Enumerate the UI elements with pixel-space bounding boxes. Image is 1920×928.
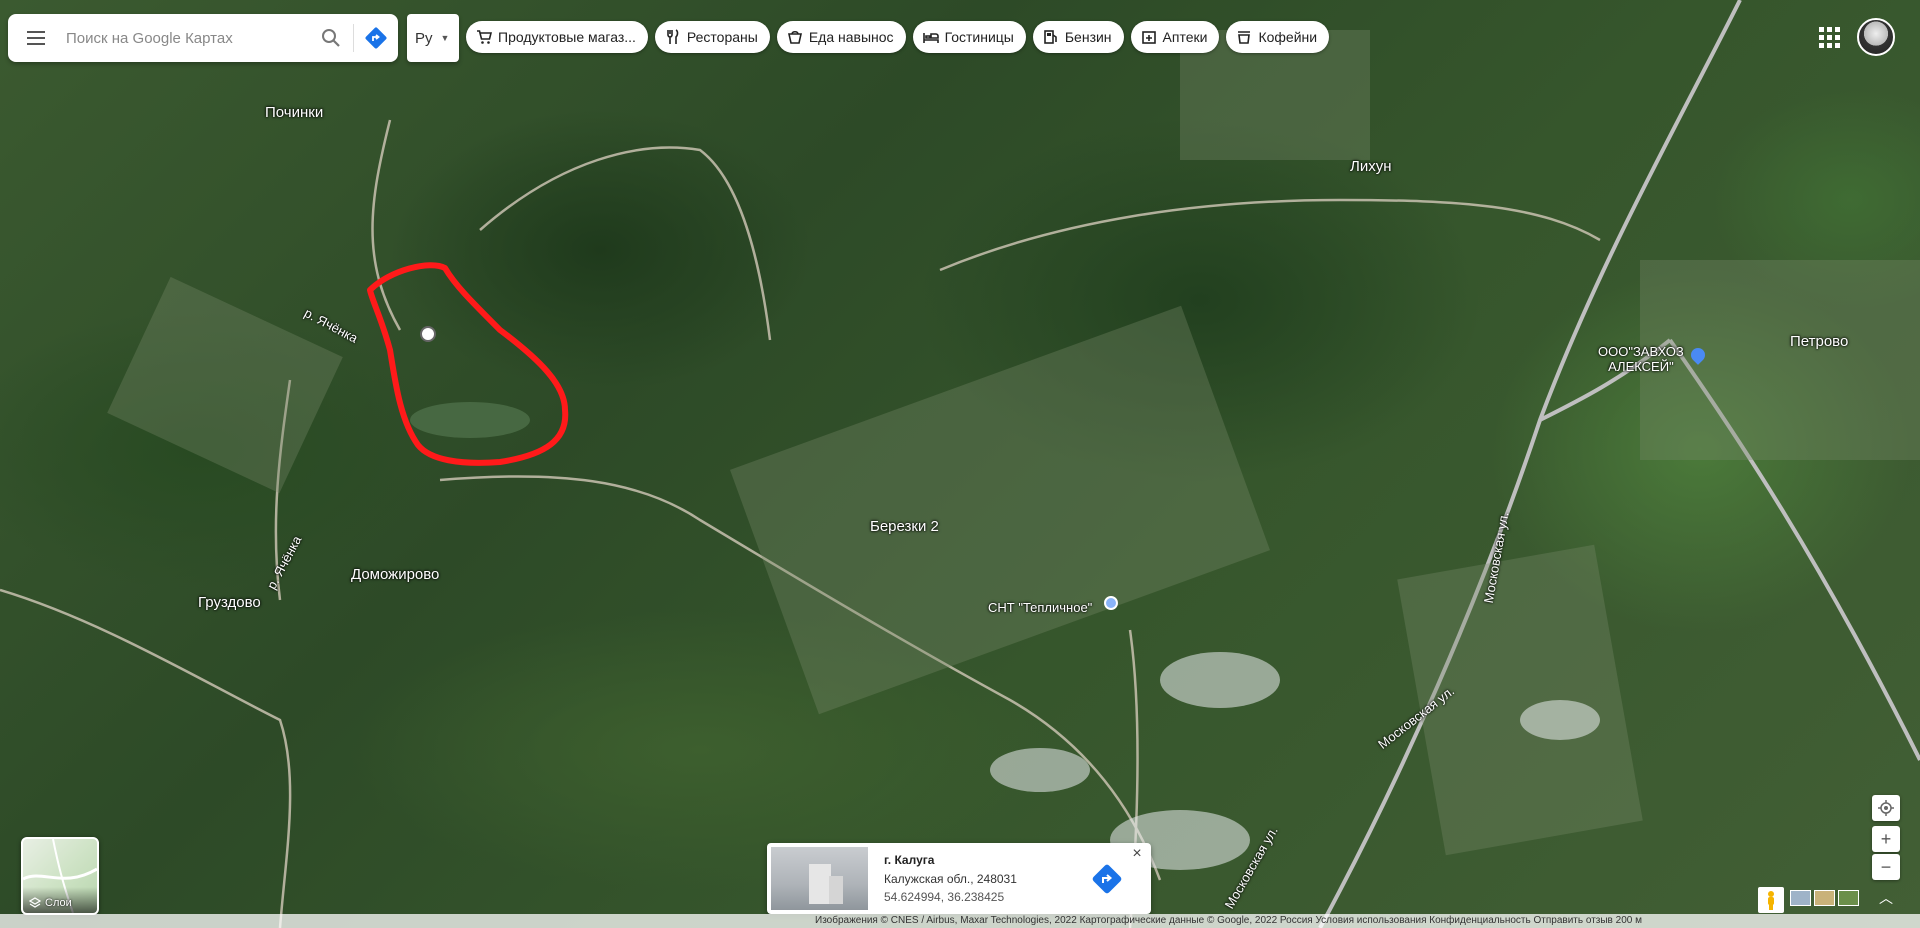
chip-restaurants[interactable]: Рестораны	[654, 21, 770, 53]
chip-label: Еда навынос	[808, 29, 894, 45]
road	[371, 119, 402, 331]
place-label-snt[interactable]: СНТ "Тепличное"	[988, 600, 1092, 615]
imagery-thumbnails	[1790, 890, 1859, 906]
pharmacy-icon	[1141, 29, 1157, 45]
plus-icon: +	[1880, 828, 1892, 849]
chip-label: Продуктовые магаз...	[498, 29, 636, 45]
target-icon	[1878, 800, 1894, 816]
search-input[interactable]	[64, 28, 309, 48]
chip-label: Рестораны	[686, 29, 758, 45]
chip-label: Аптеки	[1162, 29, 1208, 45]
zoom-out-button[interactable]: −	[1872, 854, 1900, 880]
chip-coffee[interactable]: Кофейни	[1226, 21, 1330, 53]
pond	[410, 402, 530, 438]
place-coordinates: 54.624994, 36.238425	[884, 890, 1005, 904]
layers-label: Слои	[29, 897, 72, 909]
search-box	[8, 14, 398, 62]
directions-button[interactable]	[354, 14, 398, 62]
fork-knife-icon	[665, 29, 681, 45]
apps-grid-icon[interactable]	[1816, 20, 1842, 54]
attribution-text: Изображения © CNES / Airbus, Maxar Techn…	[815, 915, 1642, 926]
road	[479, 146, 772, 341]
pegman-icon[interactable]	[1758, 887, 1784, 913]
avatar[interactable]	[1857, 18, 1895, 56]
coffee-icon	[1236, 29, 1252, 45]
chip-label: Гостиницы	[944, 29, 1014, 45]
attribution-footer: Изображения © CNES / Airbus, Maxar Techn…	[0, 914, 1920, 928]
language-label: Ру	[415, 29, 433, 47]
directions-button[interactable]	[1090, 862, 1124, 896]
layers-icon	[29, 897, 41, 908]
menu-button[interactable]	[8, 14, 64, 62]
cart-icon	[476, 29, 492, 45]
fuel-icon	[1043, 29, 1059, 45]
chip-hotels[interactable]: Гостиницы	[912, 21, 1026, 53]
school-pin-icon[interactable]	[1104, 596, 1118, 610]
close-icon[interactable]: ×	[1129, 846, 1145, 862]
chip-groceries[interactable]: Продуктовые магаз...	[466, 21, 648, 53]
expand-icon[interactable]: ︿	[1876, 888, 1896, 910]
search-button[interactable]	[309, 14, 353, 62]
bed-icon	[922, 29, 939, 45]
place-info-card[interactable]: г. Калуга Калужская обл., 248031 54.6249…	[767, 843, 1151, 914]
chip-pharmacies[interactable]: Аптеки	[1130, 21, 1220, 53]
place-title: г. Калуга	[884, 853, 935, 867]
satellite-map[interactable]: Починки Лихун Петрово ООО"ЗАВХОЗ АЛЕКСЕЙ…	[0, 0, 1920, 928]
language-select[interactable]: Ру ▼	[407, 14, 459, 62]
chip-label: Бензин	[1064, 29, 1112, 45]
place-label-petrovo[interactable]: Петрово	[1790, 333, 1848, 350]
place-label-domozhirovo[interactable]: Доможирово	[351, 566, 439, 583]
place-label-berezki[interactable]: Березки 2	[870, 518, 939, 535]
place-label-zavkhoz-line1: ООО"ЗАВХОЗ	[1598, 344, 1684, 359]
category-chips: Продуктовые магаз... Рестораны Еда навын…	[466, 21, 1330, 53]
road	[939, 198, 1601, 272]
place-label-zavkhoz-line2: АЛЕКСЕЙ"	[1608, 359, 1674, 374]
imagery-thumb[interactable]	[1790, 890, 1811, 906]
search-icon	[322, 29, 340, 47]
map-overlay	[0, 0, 1920, 928]
imagery-thumb[interactable]	[1814, 890, 1835, 906]
place-label-likhun[interactable]: Лихун	[1350, 158, 1392, 175]
hamburger-icon	[27, 31, 45, 45]
place-address: Калужская обл., 248031	[884, 872, 1017, 886]
minus-icon: −	[1880, 856, 1892, 877]
layers-button[interactable]: Слои	[21, 837, 99, 915]
imagery-thumb[interactable]	[1838, 890, 1859, 906]
chip-takeout[interactable]: Еда навынос	[776, 21, 906, 53]
place-label-gruzdovo[interactable]: Груздово	[198, 594, 261, 611]
takeout-icon	[787, 29, 803, 45]
directions-icon	[1092, 864, 1122, 894]
directions-icon	[365, 27, 387, 49]
street-view-thumbnail[interactable]	[771, 847, 868, 910]
location-pin-icon[interactable]	[420, 326, 436, 342]
chevron-down-icon: ▼	[440, 33, 450, 43]
layers-text: Слои	[45, 897, 72, 909]
my-location-button[interactable]	[1872, 795, 1900, 821]
zoom-in-button[interactable]: +	[1872, 826, 1900, 852]
place-label-pochinki[interactable]: Починки	[265, 104, 323, 121]
place-label-zavkhoz[interactable]: ООО"ЗАВХОЗ АЛЕКСЕЙ"	[1598, 344, 1684, 374]
chip-label: Кофейни	[1258, 29, 1318, 45]
chip-gas[interactable]: Бензин	[1032, 21, 1124, 53]
